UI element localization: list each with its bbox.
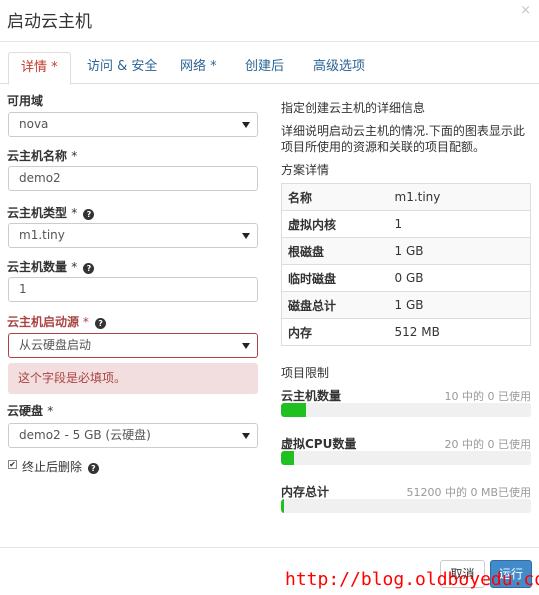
side-description: 详细说明启动云主机的情况.下面的图表显示此项目所使用的资源和关联的项目配额。 — [281, 124, 525, 154]
quota-label-instances: 云主机数量 — [281, 389, 342, 403]
availability-zone-select[interactable]: nova — [8, 112, 258, 137]
modal-header: 启动云主机 × — [0, 0, 539, 42]
tab-advanced-options[interactable]: 高级选项 — [313, 52, 365, 84]
table-row: 内存 512 MB — [281, 318, 531, 346]
quota-usage-vcpus: 20 中的 0 已使用 — [444, 438, 532, 451]
flavor-select[interactable]: m1.tiny — [8, 223, 258, 248]
help-icon[interactable]: ? — [83, 263, 95, 274]
quota-usage-instances: 10 中的 0 已使用 — [444, 390, 532, 403]
quota-bar-ram — [281, 499, 531, 513]
flavor-label: 云主机类型 * ? — [7, 204, 95, 221]
volume-label: 云硬盘 * — [7, 404, 54, 418]
quota-fill — [281, 451, 294, 465]
table-row: 临时磁盘 0 GB — [281, 264, 531, 292]
instance-name-label: 云主机名称 * — [7, 149, 78, 163]
volume-select[interactable]: demo2 - 5 GB (云硬盘) — [8, 423, 258, 448]
quota-bar-instances — [281, 403, 531, 417]
modal-title: 启动云主机 — [7, 12, 92, 32]
boot-source-select[interactable]: 从云硬盘启动 — [8, 333, 258, 358]
quota-fill — [281, 403, 306, 417]
tab-details[interactable]: 详情 * — [8, 52, 71, 85]
help-icon[interactable]: ? — [87, 463, 99, 474]
boot-source-error: 这个字段是必填项。 — [8, 363, 258, 394]
launch-button[interactable]: 运行 — [490, 560, 532, 588]
instance-name-input[interactable]: demo2 — [8, 166, 258, 191]
cancel-button[interactable]: 取消 — [440, 560, 485, 588]
tab-networking[interactable]: 网络 * — [180, 52, 217, 84]
availability-zone-label: 可用域 — [7, 94, 44, 108]
flavor-value: m1.tiny — [19, 228, 65, 242]
flavor-details-heading: 方案详情 — [281, 163, 330, 177]
chevron-down-icon — [242, 433, 250, 439]
help-icon[interactable]: ? — [83, 209, 95, 220]
table-row: 根磁盘 1 GB — [281, 237, 531, 265]
chevron-down-icon — [242, 233, 250, 239]
tab-access-security[interactable]: 访问 & 安全 — [87, 52, 157, 84]
tab-bar: 详情 * 访问 & 安全 网络 * 创建后 高级选项 — [0, 52, 539, 85]
quota-label-vcpus: 虚拟CPU数量 — [281, 437, 357, 451]
side-heading: 指定创建云主机的详细信息 — [281, 101, 426, 115]
tab-post-creation[interactable]: 创建后 — [245, 52, 284, 84]
quota-fill — [281, 499, 284, 513]
table-row: 名称 m1.tiny — [281, 183, 531, 211]
boot-source-label: 云主机启动源 * ? — [7, 313, 107, 330]
quota-usage-ram: 51200 中的 0 MB已使用 — [406, 486, 531, 499]
flavor-details-table: 名称 m1.tiny 虚拟内核 1 根磁盘 1 GB 临时磁盘 0 GB 磁盘总计 1 G… — [281, 183, 531, 346]
chevron-down-icon — [242, 122, 250, 128]
boot-source-value: 从云硬盘启动 — [19, 338, 92, 352]
volume-value: demo2 - 5 GB (云硬盘) — [19, 428, 151, 442]
chevron-down-icon — [242, 343, 250, 349]
instance-count-label: 云主机数量 * ? — [7, 258, 95, 275]
quota-label-ram: 内存总计 — [281, 485, 330, 499]
availability-zone-value: nova — [19, 117, 49, 131]
project-limits-heading: 项目限制 — [281, 366, 330, 380]
table-row: 虚拟内核 1 — [281, 210, 531, 238]
table-row: 磁盘总计 1 GB — [281, 291, 531, 319]
close-icon[interactable]: × — [520, 3, 531, 18]
delete-on-terminate-label: 终止后删除 ? — [22, 458, 99, 475]
quota-bar-vcpus — [281, 451, 531, 465]
instance-count-input[interactable]: 1 — [8, 277, 258, 302]
help-icon[interactable]: ? — [95, 318, 107, 329]
delete-on-terminate-checkbox[interactable]: ✔ — [8, 460, 17, 469]
